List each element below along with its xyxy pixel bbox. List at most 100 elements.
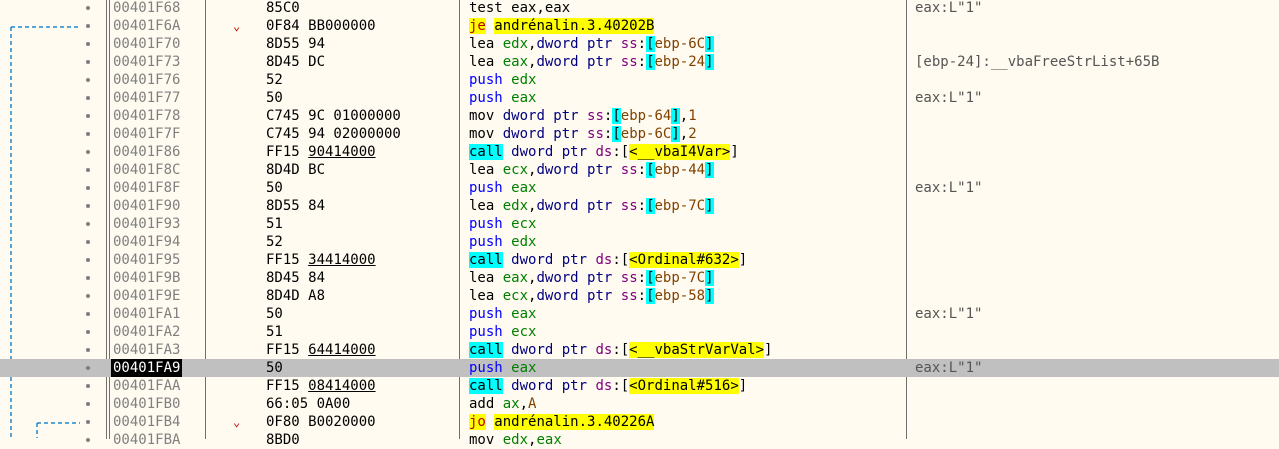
- breakpoint-dot-icon[interactable]: [86, 222, 90, 226]
- breakpoint-dot-icon[interactable]: [86, 6, 90, 10]
- instruction-row[interactable]: 00401F6A ⌄ 0F84 BB000000 je andrénalin.3.40…: [0, 17, 1279, 35]
- mnemonic: push: [469, 306, 503, 322]
- breakpoint-dot-icon[interactable]: [86, 24, 90, 28]
- mnemonic: lea: [469, 270, 495, 286]
- bytes-address-link[interactable]: 90414000: [308, 144, 375, 160]
- instruction-row[interactable]: 00401F8C 8D4D BC lea ecx,dword ptr ss:[ebp…: [0, 161, 1279, 179]
- instruction-cell: lea edx,dword ptr ss:[ebp-7C]: [469, 198, 714, 214]
- bytes-opcode: FF15: [266, 144, 309, 160]
- instruction-row[interactable]: 00401F73 8D45 DC lea eax,dword ptr ss:[ebp…: [0, 53, 1279, 71]
- address-cell: 00401FA1: [113, 306, 181, 322]
- breakpoint-dot-icon[interactable]: [86, 168, 90, 172]
- instruction-row[interactable]: 00401F78 C745 9C 01000000 mov dword ptr ss…: [0, 107, 1279, 125]
- breakpoint-dot-icon[interactable]: [86, 78, 90, 82]
- memory-operand: ebp-7C: [654, 270, 706, 286]
- register: ax: [502, 396, 520, 412]
- branch-down-icon: ⌄: [233, 415, 241, 429]
- instruction-row[interactable]: 00401F9B 8D45 84 lea eax,dword ptr ss:[ebp…: [0, 269, 1279, 287]
- instruction-row[interactable]: 00401F76 52 push edx: [0, 71, 1279, 89]
- ptr-keyword: dword ptr: [511, 378, 588, 394]
- instruction-cell: lea ecx,dword ptr ss:[ebp-58]: [469, 288, 714, 304]
- breakpoint-dot-icon[interactable]: [86, 114, 90, 118]
- address-cell: 00401F95: [113, 252, 181, 268]
- bracket-open: [: [646, 270, 655, 286]
- breakpoint-dot-icon[interactable]: [86, 294, 90, 298]
- bracket-close: ]: [671, 126, 680, 142]
- instruction-row[interactable]: 00401F8F 50 push eax eax:L"1": [0, 179, 1279, 197]
- breakpoint-dot-icon[interactable]: [86, 150, 90, 154]
- breakpoint-dot-icon[interactable]: [86, 60, 90, 64]
- register: eax: [502, 54, 529, 70]
- comment-cell: eax:L"1": [915, 306, 983, 322]
- instruction-row-selected[interactable]: 00401FA9 50 push eax eax:L"1": [0, 359, 1279, 377]
- instruction-row[interactable]: 00401FB4 ⌄ 0F80 B0020000 jo andrénalin.3.40…: [0, 413, 1279, 431]
- bytes-cell: 8D55 84: [266, 198, 326, 214]
- address-cell: 00401FAA: [113, 378, 181, 394]
- bytes-cell: 8D4D A8: [266, 288, 326, 304]
- bracket-open: [: [646, 288, 655, 304]
- mnemonic: lea: [469, 162, 495, 178]
- register: eax: [511, 90, 537, 106]
- instruction-row[interactable]: 00401F86 FF15 90414000 call dword ptr ds:[…: [0, 143, 1279, 161]
- memory-operand: ebp-24: [654, 54, 706, 70]
- instruction-row[interactable]: 00401FBA 8BD0 mov edx,eax: [0, 431, 1279, 449]
- instruction-cell: mov dword ptr ss:[ebp-6C],2: [469, 126, 697, 142]
- instruction-row[interactable]: 00401FB0 66:05 0A00 add ax,A: [0, 395, 1279, 413]
- call-mnemonic: call: [469, 342, 503, 358]
- mnemonic: push: [469, 90, 503, 106]
- breakpoint-dot-icon[interactable]: [86, 402, 90, 406]
- bytes-address-link[interactable]: 64414000: [308, 342, 375, 358]
- instruction-row[interactable]: 00401F7F C745 94 02000000 mov dword ptr ss…: [0, 125, 1279, 143]
- breakpoint-dot-icon[interactable]: [86, 132, 90, 136]
- bracket-open: [: [646, 198, 655, 214]
- bytes-cell: 52: [266, 234, 283, 250]
- breakpoint-dot-icon[interactable]: [86, 186, 90, 190]
- memory-operand: ebp-7C: [654, 198, 706, 214]
- instruction-row[interactable]: 00401FA1 50 push eax eax:L"1": [0, 305, 1279, 323]
- bytes-cell: 8D45 DC: [266, 54, 326, 70]
- bracket-close: ]: [705, 162, 714, 178]
- breakpoint-dot-icon[interactable]: [86, 276, 90, 280]
- instruction-row[interactable]: 00401FA2 51 push ecx: [0, 323, 1279, 341]
- breakpoint-dot-icon[interactable]: [86, 42, 90, 46]
- jump-mnemonic: jo: [469, 414, 486, 430]
- bytes-address-link[interactable]: 08414000: [308, 378, 375, 394]
- instruction-cell: mov edx,eax: [469, 432, 562, 448]
- instruction-row[interactable]: 00401FA3 FF15 64414000 call dword ptr ds:[…: [0, 341, 1279, 359]
- breakpoint-dot-icon[interactable]: [86, 348, 90, 352]
- breakpoint-dot-icon[interactable]: [86, 240, 90, 244]
- instruction-row[interactable]: 00401F9E 8D4D A8 lea ecx,dword ptr ss:[ebp…: [0, 287, 1279, 305]
- instruction-row[interactable]: 00401F95 FF15 34414000 call dword ptr ds:[…: [0, 251, 1279, 269]
- instruction-row[interactable]: 00401F77 50 push eax eax:L"1": [0, 89, 1279, 107]
- bytes-address-link[interactable]: 34414000: [308, 252, 375, 268]
- mnemonic: add: [469, 396, 495, 412]
- breakpoint-dot-icon[interactable]: [86, 312, 90, 316]
- breakpoint-dot-icon[interactable]: [86, 420, 90, 424]
- instruction-cell: lea ecx,dword ptr ss:[ebp-44]: [469, 162, 714, 178]
- instruction-row[interactable]: 00401F68 85C0 test eax,eax eax:L"1": [0, 0, 1279, 17]
- register: ecx: [511, 324, 537, 340]
- instruction-row[interactable]: 00401F94 52 push edx: [0, 233, 1279, 251]
- address-cell: 00401F90: [113, 198, 181, 214]
- register: eax: [511, 360, 537, 376]
- breakpoint-dot-icon[interactable]: [86, 96, 90, 100]
- address-cell: 00401F8F: [113, 180, 181, 196]
- segment: ss: [620, 288, 638, 304]
- disassembly-view[interactable]: 00401F68 85C0 test eax,eax eax:L"1" 00401F6A…: [0, 0, 1279, 448]
- instruction-row[interactable]: 00401F93 51 push ecx: [0, 215, 1279, 233]
- ptr-keyword: dword ptr: [536, 198, 613, 214]
- breakpoint-dot-icon[interactable]: [86, 384, 90, 388]
- instruction-row[interactable]: 00401F90 8D55 84 lea edx,dword ptr ss:[ebp…: [0, 197, 1279, 215]
- instruction-row[interactable]: 00401F70 8D55 94 lea edx,dword ptr ss:[ebp…: [0, 35, 1279, 53]
- instruction-cell: push ecx: [469, 323, 536, 341]
- breakpoint-dot-icon[interactable]: [86, 258, 90, 262]
- breakpoint-dot-icon[interactable]: [86, 330, 90, 334]
- breakpoint-dot-icon[interactable]: [86, 204, 90, 208]
- bracket-close: ]: [705, 270, 714, 286]
- address-cell: 00401F9B: [113, 270, 181, 286]
- instruction-cell: test eax,eax: [469, 0, 571, 16]
- bytes-opcode: FF15: [266, 342, 309, 358]
- instruction-row[interactable]: 00401FAA FF15 08414000 call dword ptr ds:[…: [0, 377, 1279, 395]
- breakpoint-dot-icon[interactable]: [86, 366, 90, 370]
- register: edx: [502, 198, 529, 214]
